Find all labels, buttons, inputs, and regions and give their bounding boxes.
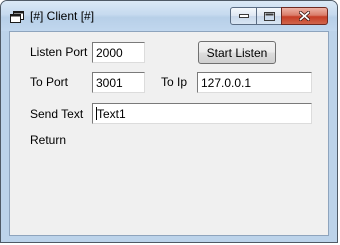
close-icon xyxy=(299,11,310,21)
maximize-button[interactable] xyxy=(256,7,282,25)
listen-port-label: Listen Port xyxy=(30,45,88,59)
minimize-button[interactable] xyxy=(230,7,257,25)
send-text-label: Send Text xyxy=(30,107,84,121)
title-bar[interactable]: [#] Client [#] xyxy=(1,1,337,31)
to-ip-input[interactable]: 127.0.0.1 xyxy=(197,72,312,93)
window-app-icon[interactable] xyxy=(10,10,24,23)
start-listen-button[interactable]: Start Listen xyxy=(198,41,276,64)
to-port-label: To Port xyxy=(30,75,69,89)
send-text-value: Text1 xyxy=(97,107,126,121)
to-port-input[interactable]: 3001 xyxy=(92,72,145,93)
send-text-input[interactable]: Text1 xyxy=(92,103,312,124)
minimize-icon xyxy=(238,14,249,18)
to-ip-label: To Ip xyxy=(161,75,188,89)
close-button[interactable] xyxy=(281,7,328,25)
maximize-icon xyxy=(263,11,275,21)
client-window: [#] Client [#] Listen Port 2000 Start Li… xyxy=(0,0,338,243)
listen-port-input[interactable]: 2000 xyxy=(92,42,145,63)
client-area: Listen Port 2000 Start Listen To Port 30… xyxy=(9,31,329,236)
window-title: [#] Client [#] xyxy=(30,9,95,23)
return-label: Return xyxy=(30,133,67,147)
